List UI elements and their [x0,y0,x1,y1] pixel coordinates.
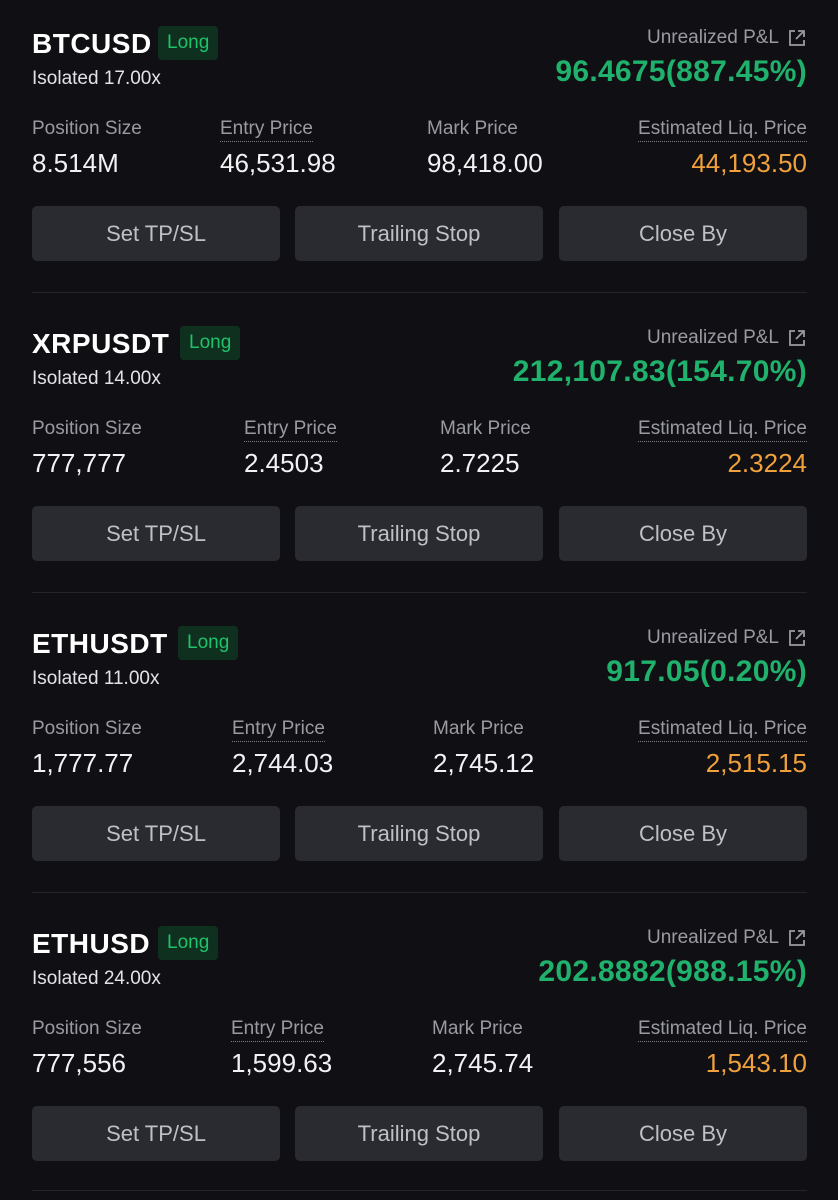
pnl-value: 202.8882(988.15%) [538,955,807,988]
entry-price-value: 2.4503 [244,448,324,478]
trailing-stop-button[interactable]: Trailing Stop [295,806,543,861]
entry-price-label[interactable]: Entry Price [220,118,313,142]
leverage-label[interactable]: Isolated 24.00x [32,968,161,990]
leverage-label[interactable]: Isolated 14.00x [32,368,161,390]
pnl-label-text: Unrealized P&L [646,927,779,948]
pnl-label[interactable]: Unrealized P&L [647,627,807,649]
position-card: XRPUSDT Long Isolated 14.00x Unrealized … [32,300,807,600]
card-divider [32,1190,807,1191]
mark-price-value: 2.7225 [440,448,520,478]
card-divider [32,892,807,893]
entry-price-label[interactable]: Entry Price [244,418,337,442]
position-card: BTCUSD Long Isolated 17.00x Unrealized P… [32,0,807,300]
external-link-icon[interactable] [787,928,807,948]
entry-price-value: 46,531.98 [220,148,336,178]
position-symbol[interactable]: ETHUSDT [32,628,168,660]
position-size-label: Position Size [32,718,142,739]
side-badge: Long [158,926,219,960]
mark-price-label: Mark Price [433,718,524,739]
close-by-button[interactable]: Close By [559,506,807,561]
close-by-button[interactable]: Close By [559,206,807,261]
trailing-stop-button[interactable]: Trailing Stop [295,1106,543,1161]
pnl-value: 96.4675(887.45%) [555,55,807,88]
trailing-stop-button[interactable]: Trailing Stop [295,206,543,261]
side-badge: Long [180,326,241,360]
pnl-label-text: Unrealized P&L [646,627,779,648]
external-link-icon[interactable] [787,28,807,48]
liq-price-label[interactable]: Estimated Liq. Price [638,118,807,142]
entry-price-label[interactable]: Entry Price [232,718,325,742]
liq-price-value: 2,515.15 [705,748,807,778]
entry-price-value: 2,744.03 [232,748,334,778]
external-link-icon[interactable] [787,328,807,348]
side-badge: Long [158,26,219,60]
position-size-value: 1,777.77 [32,748,134,778]
entry-price-label[interactable]: Entry Price [231,1018,324,1042]
liq-price-label[interactable]: Estimated Liq. Price [638,418,807,442]
pnl-value: 212,107.83(154.70%) [512,355,807,388]
external-link-icon[interactable] [787,628,807,648]
liq-price-label[interactable]: Estimated Liq. Price [638,1018,807,1042]
mark-price-value: 98,418.00 [427,148,543,178]
mark-price-value: 2,745.12 [433,748,535,778]
close-by-button[interactable]: Close By [559,1106,807,1161]
position-size-value: 777,556 [32,1048,126,1078]
close-by-button[interactable]: Close By [559,806,807,861]
pnl-value: 917.05(0.20%) [606,655,807,688]
position-card: ETHUSDT Long Isolated 11.00x Unrealized … [32,600,807,900]
pnl-label[interactable]: Unrealized P&L [647,927,807,949]
mark-price-label: Mark Price [440,418,531,439]
mark-price-value: 2,745.74 [432,1048,534,1078]
liq-price-label[interactable]: Estimated Liq. Price [638,718,807,742]
position-size-value: 8.514M [32,148,119,178]
card-divider [32,592,807,593]
position-symbol[interactable]: XRPUSDT [32,328,169,360]
card-divider [32,292,807,293]
liq-price-value: 2.3224 [727,448,807,478]
set-tpsl-button[interactable]: Set TP/SL [32,1106,280,1161]
mark-price-label: Mark Price [427,118,518,139]
set-tpsl-button[interactable]: Set TP/SL [32,506,280,561]
set-tpsl-button[interactable]: Set TP/SL [32,206,280,261]
pnl-label-text: Unrealized P&L [646,27,779,48]
mark-price-label: Mark Price [432,1018,523,1039]
pnl-label[interactable]: Unrealized P&L [647,27,807,49]
position-size-label: Position Size [32,418,142,439]
position-size-value: 777,777 [32,448,126,478]
set-tpsl-button[interactable]: Set TP/SL [32,806,280,861]
pnl-label[interactable]: Unrealized P&L [647,327,807,349]
position-card: ETHUSD Long Isolated 24.00x Unrealized P… [32,900,807,1200]
liq-price-value: 44,193.50 [691,148,807,178]
leverage-label[interactable]: Isolated 11.00x [32,668,159,690]
side-badge: Long [178,626,239,660]
trailing-stop-button[interactable]: Trailing Stop [295,506,543,561]
position-size-label: Position Size [32,1018,142,1039]
pnl-label-text: Unrealized P&L [646,327,779,348]
position-symbol[interactable]: ETHUSD [32,928,150,960]
leverage-label[interactable]: Isolated 17.00x [32,68,161,90]
position-symbol[interactable]: BTCUSD [32,28,152,60]
liq-price-value: 1,543.10 [705,1048,807,1078]
position-size-label: Position Size [32,118,142,139]
entry-price-value: 1,599.63 [231,1048,333,1078]
